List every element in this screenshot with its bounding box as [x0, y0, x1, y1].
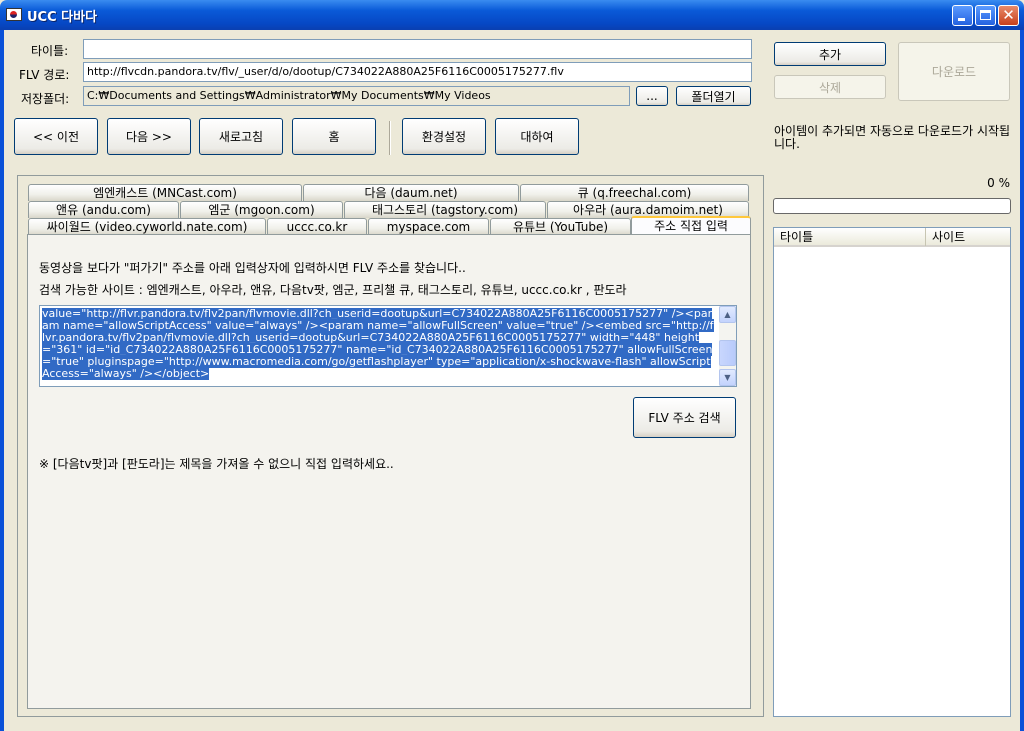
tab-andu[interactable]: 앤유 (andu.com) [28, 201, 179, 218]
instruction-text: 동영상을 보다가 "퍼가기" 주소를 아래 입력상자에 입력하시면 FLV 주소… [39, 261, 466, 275]
home-button[interactable]: 홈 [292, 118, 376, 155]
window-title: UCC 다바다 [27, 10, 98, 25]
progress-bar [773, 198, 1011, 214]
flv-path-label: FLV 경로: [19, 68, 70, 82]
embed-code-text: value="http://flvr.pandora.tv/flv2pan/fl… [42, 308, 714, 380]
refresh-button[interactable]: 새로고침 [199, 118, 283, 155]
scroll-thumb[interactable] [719, 340, 736, 366]
tab-freechal[interactable]: 큐 (q.freechal.com) [520, 184, 749, 201]
scroll-down-button[interactable]: ▼ [719, 369, 736, 386]
note-text: ※ [다음tv팟]과 [판도라]는 제목을 가져올 수 없으니 직접 입력하세요… [39, 457, 394, 471]
tab-cyworld[interactable]: 싸이월드 (video.cyworld.nate.com) [28, 218, 266, 235]
delete-button[interactable]: 삭제 [774, 75, 886, 99]
tab-mgoon[interactable]: 엠군 (mgoon.com) [180, 201, 343, 218]
arrow-down-icon: ▼ [724, 373, 731, 382]
column-header-title[interactable]: 타이틀 [774, 228, 926, 246]
prev-button[interactable]: << 이전 [14, 118, 98, 155]
tab-tagstory[interactable]: 태그스토리 (tagstory.com) [344, 201, 546, 218]
scroll-up-button[interactable]: ▲ [719, 306, 736, 323]
tab-daum[interactable]: 다음 (daum.net) [303, 184, 519, 201]
save-folder-input[interactable]: C:₩Documents and Settings₩Administrator₩… [83, 86, 630, 106]
browse-button[interactable]: ... [636, 86, 668, 106]
tab-uccc[interactable]: uccc.co.kr [267, 218, 367, 235]
maximize-button[interactable] [975, 5, 996, 26]
textarea-scrollbar[interactable]: ▲ ▼ [719, 306, 736, 386]
progress-percent: 0 % [987, 176, 1010, 190]
column-header-site[interactable]: 사이트 [926, 228, 1010, 246]
flv-path-input[interactable]: http://flvcdn.pandora.tv/flv/_user/d/o/d… [83, 62, 752, 82]
tab-myspace[interactable]: myspace.com [368, 218, 489, 235]
save-folder-label: 저장폴더: [21, 92, 70, 106]
close-button[interactable]: ✕ [998, 5, 1019, 26]
open-folder-button[interactable]: 폴더열기 [676, 86, 751, 106]
title-label: 타이틀: [31, 44, 69, 58]
minimize-icon [958, 18, 965, 21]
about-button[interactable]: 대하여 [495, 118, 579, 155]
supported-sites-text: 검색 가능한 사이트 : 엠엔캐스트, 아우라, 앤유, 다음tv팟, 엠군, … [39, 283, 627, 297]
next-button[interactable]: 다음 >> [107, 118, 191, 155]
title-input[interactable] [83, 39, 752, 59]
auto-download-info: 아이템이 추가되면 자동으로 다운로드가 시작됩니다. [774, 124, 1011, 151]
embed-code-textarea[interactable]: value="http://flvr.pandora.tv/flv2pan/fl… [39, 305, 737, 387]
list-header: 타이틀 사이트 [774, 228, 1010, 247]
minimize-button[interactable] [952, 5, 973, 26]
download-list[interactable]: 타이틀 사이트 [773, 227, 1011, 717]
tab-direct-input[interactable]: 주소 직접 입력 [631, 216, 751, 235]
arrow-up-icon: ▲ [724, 310, 731, 319]
settings-button[interactable]: 환경설정 [402, 118, 486, 155]
title-bar[interactable]: UCC 다바다 ✕ [0, 0, 1024, 30]
app-icon[interactable] [6, 8, 22, 21]
window-frame-left [0, 30, 4, 731]
window-frame-right [1020, 30, 1024, 731]
toolbar-separator [389, 121, 391, 155]
add-button[interactable]: 추가 [774, 42, 886, 66]
flv-search-button[interactable]: FLV 주소 검색 [633, 397, 736, 438]
tab-youtube[interactable]: 유튜브 (YouTube) [490, 218, 631, 235]
close-icon: ✕ [1002, 6, 1015, 24]
tab-mncast[interactable]: 엠엔캐스트 (MNCast.com) [28, 184, 302, 201]
maximize-icon [980, 10, 991, 20]
download-button[interactable]: 다운로드 [898, 42, 1010, 101]
